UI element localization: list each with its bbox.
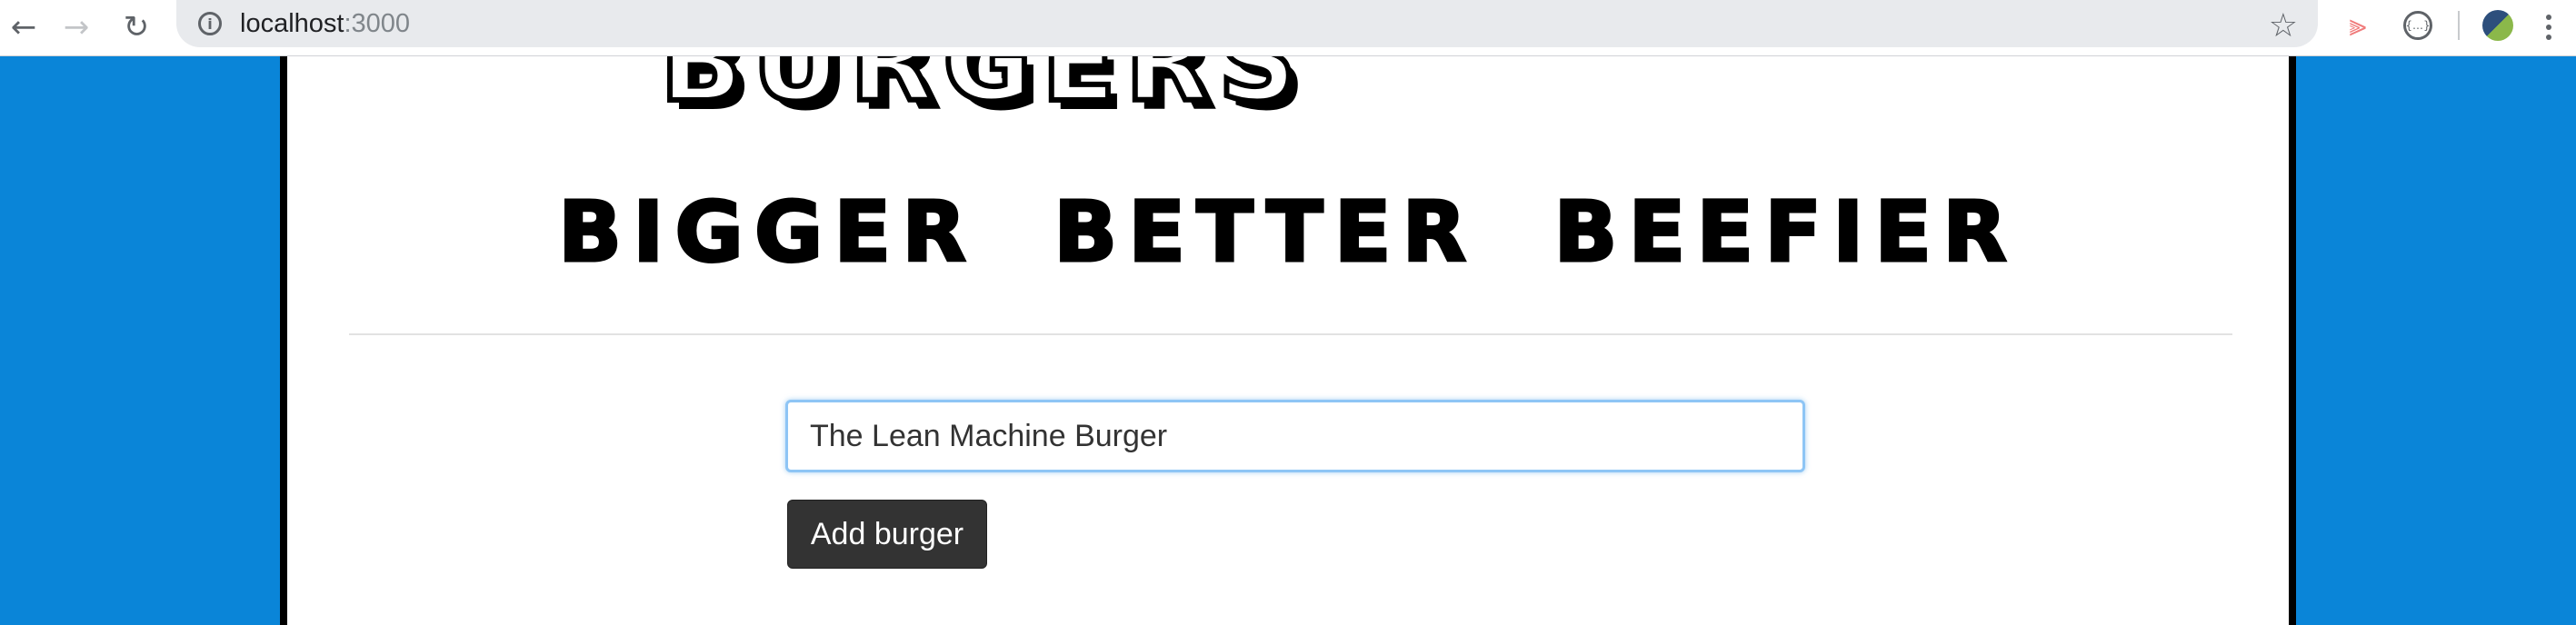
url-text[interactable]: localhost:3000 [240, 9, 410, 39]
divider [349, 333, 2232, 335]
json-extension-icon[interactable]: {…} [2400, 7, 2436, 44]
profile-extension-icon[interactable] [2480, 7, 2516, 44]
browser-toolbar: ← → ↻ i localhost:3000 ☆ ⫸ {…} [0, 0, 2576, 56]
tagline: BIGGER BETTER BEEFIER [557, 183, 2018, 283]
page-container: BURGERS BIGGER BETTER BEEFIER Add burger [280, 56, 2296, 625]
forward-arrow-icon[interactable]: → [55, 5, 98, 49]
url-port: :3000 [344, 8, 411, 38]
page-title: BURGERS [657, 56, 1306, 129]
menu-dots-icon[interactable] [2531, 5, 2567, 49]
info-icon[interactable]: i [198, 12, 222, 35]
url-host: localhost [240, 8, 344, 38]
reload-icon[interactable]: ↻ [115, 5, 158, 49]
json-extension-glyph: {…} [2403, 11, 2432, 40]
back-arrow-icon[interactable]: ← [2, 5, 45, 49]
toolbar-divider [2458, 11, 2460, 40]
burger-name-input[interactable] [785, 400, 1805, 472]
bookmark-star-icon[interactable]: ☆ [2269, 7, 2298, 45]
add-burger-button[interactable]: Add burger [787, 500, 987, 569]
hex-logo-icon [2482, 10, 2513, 41]
address-bar[interactable]: i localhost:3000 ☆ [176, 0, 2318, 47]
extension-icon[interactable]: ⫸ [2340, 7, 2376, 44]
